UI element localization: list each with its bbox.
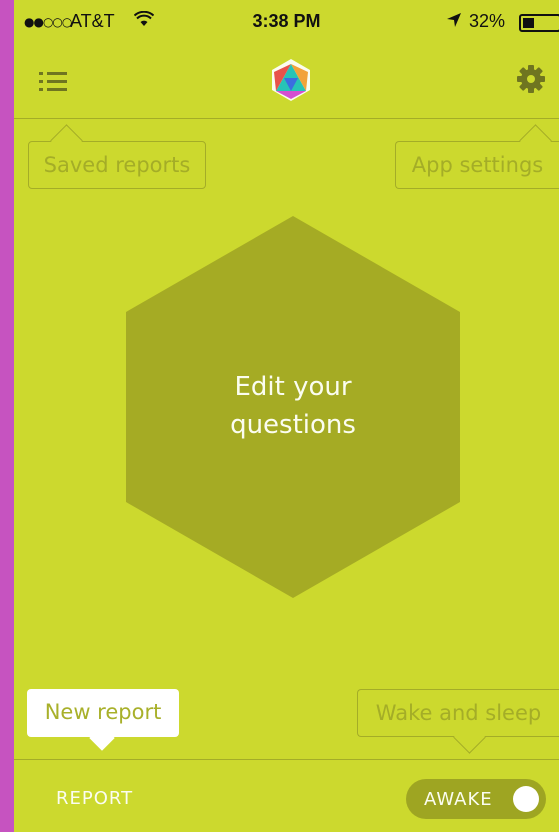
edit-questions-text: Edit your questions [126, 368, 460, 444]
report-tab[interactable]: REPORT [56, 788, 133, 809]
app-screen: ●●○○○ AT&T 3:38 PM 32% Saved reports App… [14, 0, 559, 832]
battery-percent: 32% [469, 11, 506, 31]
list-menu-icon[interactable] [39, 72, 69, 94]
awake-label: AWAKE [424, 789, 493, 810]
awake-toggle[interactable]: AWAKE [406, 779, 546, 819]
wake-and-sleep-tooltip[interactable]: Wake and sleep [357, 689, 559, 754]
wake-and-sleep-label: Wake and sleep [375, 701, 542, 725]
top-nav [14, 44, 559, 119]
saved-reports-tooltip[interactable]: Saved reports [28, 124, 206, 189]
gear-icon[interactable] [516, 64, 546, 94]
saved-reports-label: Saved reports [43, 153, 191, 177]
battery-icon [519, 14, 559, 32]
new-report-tooltip[interactable]: New report [27, 689, 179, 751]
new-report-label: New report [44, 700, 162, 724]
location-arrow-icon [446, 9, 462, 33]
edit-questions-line2: questions [230, 410, 356, 440]
app-settings-label: App settings [411, 153, 544, 177]
edit-questions-hexagon[interactable]: Edit your questions [126, 216, 460, 598]
bottom-bar: REPORT AWAKE [14, 759, 559, 832]
edit-questions-line1: Edit your [234, 372, 352, 402]
app-settings-tooltip[interactable]: App settings [395, 124, 559, 189]
toggle-knob [513, 786, 539, 812]
status-bar: ●●○○○ AT&T 3:38 PM 32% [14, 0, 559, 44]
hexagon-logo-icon [270, 58, 312, 102]
